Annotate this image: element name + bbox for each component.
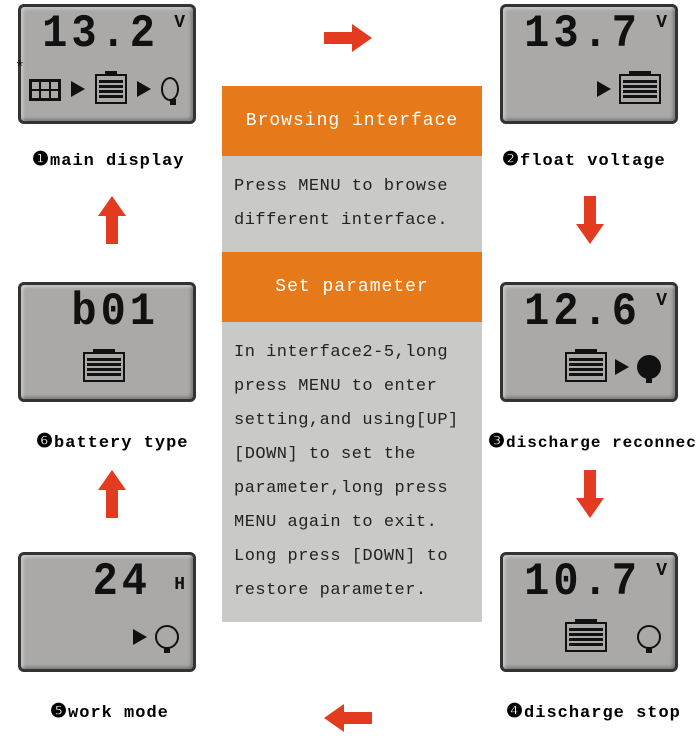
caption-work: ❺work mode: [50, 700, 169, 723]
browsing-body: Press MENU to browse different interface…: [222, 156, 482, 252]
center-panel: Browsing interface Press MENU to browse …: [222, 86, 482, 622]
screen-float-voltage: V 13.7: [500, 4, 678, 124]
battery-icon: [83, 352, 125, 382]
bulb-icon: [161, 77, 179, 101]
readout-value: 10.7: [511, 559, 667, 612]
stop-icons: [511, 609, 667, 665]
caption-btype: ❻battery type: [36, 430, 188, 453]
screen-battery-type: b01: [18, 282, 196, 402]
arrow-right-icon: [597, 81, 611, 97]
caption-stop: ❹discharge stop: [506, 700, 681, 723]
flow-arrow-down-icon: [572, 466, 608, 522]
battery-icon: [565, 622, 607, 652]
screen-work-mode: H 24: [18, 552, 196, 672]
flow-arrow-right-icon: [320, 20, 376, 56]
bulb-icon: [637, 625, 661, 649]
arrow-right-icon: [133, 629, 147, 645]
bulb-icon: [637, 355, 661, 379]
battery-icon: [619, 74, 661, 104]
readout-value: b01: [29, 289, 185, 342]
bulb-icon: [155, 625, 179, 649]
float-icons: [511, 61, 667, 117]
caption-float: ❷float voltage: [502, 148, 666, 171]
set-header: Set parameter: [222, 252, 482, 322]
flow-arrow-up-icon: [94, 466, 130, 522]
browsing-header: Browsing interface: [222, 86, 482, 156]
arrow-right-icon: [71, 81, 85, 97]
battery-icon: [565, 352, 607, 382]
screen-discharge-stop: V 10.7: [500, 552, 678, 672]
caption-main: ❶main display: [32, 148, 184, 171]
flow-arrow-up-icon: [94, 192, 130, 248]
flow-arrow-left-icon: [320, 700, 376, 736]
battery-icon: [95, 74, 127, 104]
flow-arrow-down-icon: [572, 192, 608, 248]
readout-value: 13.7: [511, 11, 667, 64]
reconnect-icons: [511, 339, 667, 395]
screen-discharge-reconnect: V 12.6: [500, 282, 678, 402]
work-icons: [29, 609, 185, 665]
main-icons: [29, 61, 185, 117]
screen-main-display: V 13.2: [18, 4, 196, 124]
readout-value: 13.2: [29, 11, 185, 64]
set-body: In interface2-5,long press MENU to enter…: [222, 322, 482, 622]
arrow-right-icon: [137, 81, 151, 97]
solar-panel-icon: [29, 77, 61, 101]
readout-value: 12.6: [511, 289, 667, 342]
arrow-right-icon: [615, 359, 629, 375]
caption-reconnect: ❸discharge reconnect: [488, 430, 698, 453]
btype-icons: [29, 339, 185, 395]
readout-value: 24: [29, 559, 185, 612]
